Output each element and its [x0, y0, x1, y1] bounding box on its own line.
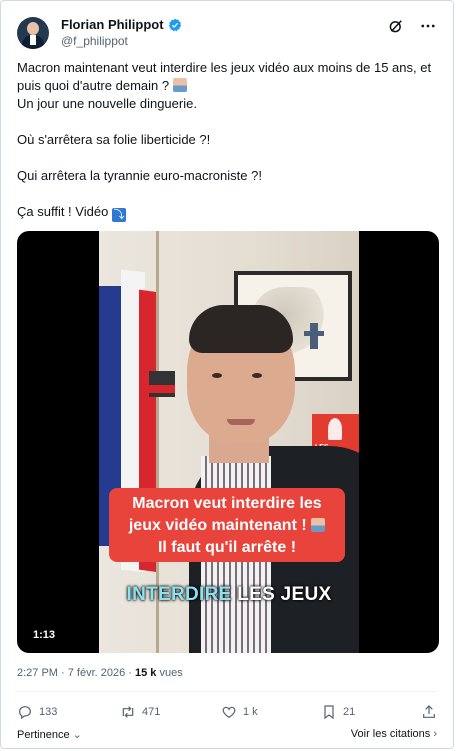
banner-line: jeux vidéo maintenant ! — [109, 515, 345, 536]
repost-icon — [122, 706, 134, 718]
name-row: Florian Philippot — [61, 17, 182, 32]
banner-line: Macron veut interdire les — [132, 495, 322, 512]
bookmark-icon — [324, 705, 334, 720]
video-caption: INTERDIRE LES JEUX — [126, 584, 332, 605]
video-duration: 1:13 — [33, 629, 56, 641]
video-player[interactable]: LES PATRIOTES Macron veut interdire les … — [17, 231, 439, 653]
tweet-meta: 2:27 PM · 7 févr. 2026 · 15 k vues — [17, 667, 183, 679]
action-bar: 133 471 1 k 21 — [17, 704, 437, 724]
reply-icon — [19, 706, 31, 720]
view-quotes-link[interactable]: Voir les citations › — [351, 728, 437, 740]
facepalm-emoji-icon — [311, 518, 326, 532]
timestamp[interactable]: 2:27 PM · 7 févr. 2026 · — [17, 667, 135, 679]
arrow-down-emoji-icon: ⤵ — [111, 208, 126, 222]
verified-badge-icon — [168, 18, 181, 31]
tweet-header: Florian Philippot @f_philippot — [17, 15, 437, 51]
tweet-line: Où s'arrêtera sa folie liberticide ?! — [17, 132, 211, 147]
tweet-line: puis quoi d'autre demain ? — [17, 77, 437, 95]
banner-line: Il faut qu'il arrête ! — [157, 539, 297, 556]
author-handle[interactable]: @f_philippot — [61, 34, 128, 48]
views-count: 15 k — [135, 667, 157, 679]
share-button[interactable] — [421, 704, 437, 720]
facepalm-emoji-icon — [172, 78, 187, 92]
repost-button[interactable]: 471 — [120, 704, 160, 720]
divider — [17, 691, 437, 692]
like-icon — [222, 706, 236, 719]
reply-button[interactable]: 133 — [17, 704, 57, 720]
share-icon — [423, 705, 435, 718]
tweet-line: Ça suffit ! Vidéo ⤵ — [17, 204, 126, 222]
tweet-line: Macron maintenant veut interdire les jeu… — [17, 60, 432, 75]
grok-icon[interactable] — [387, 17, 405, 35]
tweet-card: Florian Philippot @f_philippot Macron ma… — [0, 0, 454, 749]
views-label: vues — [156, 667, 183, 679]
sticker — [149, 371, 175, 397]
tweet-line: Un jour une nouvelle dinguerie. — [17, 96, 197, 111]
chevron-right-icon: › — [433, 728, 437, 740]
sort-relevance-button[interactable]: Pertinence ⌄ — [17, 728, 82, 741]
more-icon[interactable] — [419, 17, 437, 35]
chevron-down-icon: ⌄ — [72, 729, 82, 741]
avatar[interactable] — [17, 17, 49, 49]
tweet-text: Macron maintenant veut interdire les jeu… — [17, 59, 437, 222]
tweet-line: Qui arrêtera la tyrannie euro-macroniste… — [17, 168, 262, 183]
author-name[interactable]: Florian Philippot — [61, 17, 164, 32]
like-button[interactable]: 1 k — [221, 704, 258, 720]
bookmark-button[interactable]: 21 — [321, 704, 355, 720]
header-actions — [387, 17, 437, 35]
